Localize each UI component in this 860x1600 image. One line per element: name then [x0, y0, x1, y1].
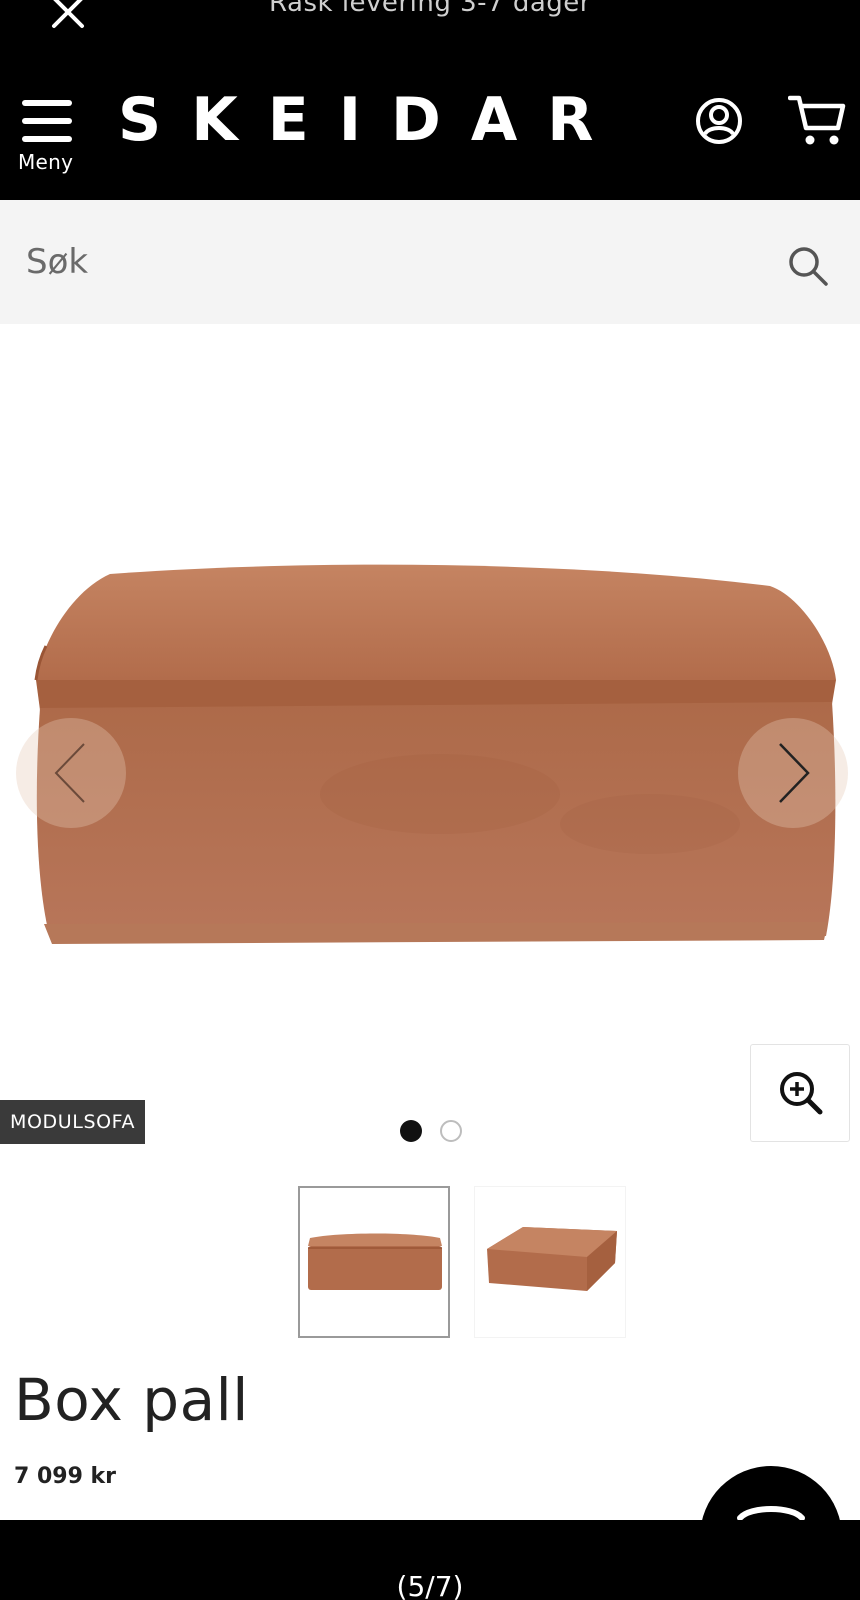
- search-bar: [0, 200, 860, 324]
- product-title: Box pall: [14, 1366, 249, 1434]
- chevron-right-icon: [779, 743, 810, 803]
- carousel-dot-active[interactable]: [400, 1120, 422, 1142]
- thumbnail-strip: [0, 1186, 860, 1338]
- carousel-dot[interactable]: [440, 1120, 462, 1142]
- carousel-dots: [400, 1120, 470, 1144]
- product-gallery: MODULSOFA: [0, 324, 860, 1164]
- search-input[interactable]: [26, 234, 726, 290]
- menu-label: Meny: [18, 150, 74, 174]
- menu-button[interactable]: Meny: [18, 98, 80, 174]
- thumbnail-front-view[interactable]: [298, 1186, 450, 1338]
- promo-banner: Rask levering 3-7 dager: [269, 0, 591, 18]
- chevron-left-icon: [54, 743, 85, 803]
- viewer-bottom-bar: (5/7): [0, 1520, 860, 1600]
- top-header: Rask levering 3-7 dager Meny SKEIDAR: [0, 0, 860, 200]
- hamburger-menu-icon: [22, 100, 72, 142]
- image-counter: (5/7): [396, 1570, 464, 1600]
- previous-image-button[interactable]: [16, 718, 126, 828]
- thumbnail-angle-view[interactable]: [474, 1186, 626, 1338]
- shopping-cart-icon[interactable]: [788, 94, 846, 148]
- brand-logo[interactable]: SKEIDAR: [118, 90, 623, 150]
- close-icon[interactable]: [48, 0, 88, 32]
- thumbnail-image: [487, 1227, 617, 1291]
- product-image-ottoman[interactable]: [0, 324, 860, 1164]
- search-icon[interactable]: [786, 244, 830, 288]
- user-account-icon[interactable]: [694, 96, 744, 146]
- thumbnail-image: [308, 1233, 442, 1290]
- product-price: 7 099 kr: [14, 1464, 117, 1489]
- zoom-in-icon: [780, 1072, 823, 1115]
- zoom-button[interactable]: [750, 1044, 850, 1142]
- next-image-button[interactable]: [738, 718, 848, 828]
- category-tag: MODULSOFA: [0, 1100, 146, 1144]
